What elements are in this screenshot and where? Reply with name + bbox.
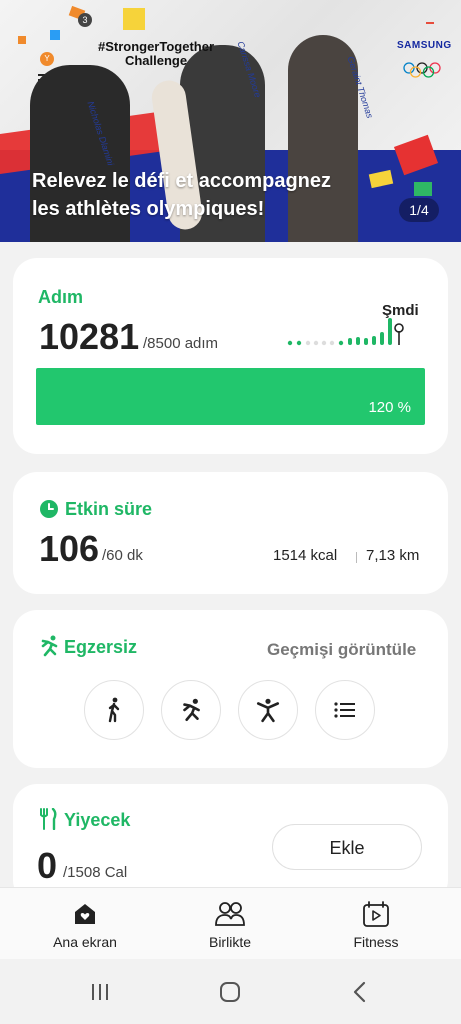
banner-headline: Relevez le défi et accompagnez les athlè… — [32, 170, 332, 220]
people-icon — [215, 902, 245, 926]
fitness-video-icon — [363, 901, 389, 927]
hourly-steps-chart — [287, 318, 404, 346]
home-system-icon[interactable] — [219, 981, 241, 1003]
list-icon — [334, 702, 355, 718]
run-button[interactable] — [161, 680, 221, 740]
challenge-title-line2: Challenge — [124, 53, 188, 68]
fork-knife-icon — [40, 808, 57, 830]
nav-home[interactable]: Ana ekran — [25, 888, 145, 960]
promo-banner[interactable]: Y 3 Nicholas Dlamini Carissa Moore Gerai… — [0, 0, 461, 242]
stat-divider — [356, 552, 357, 563]
banner-pager: 1/4 — [399, 198, 439, 222]
sponsor-accent — [426, 22, 434, 24]
avatar[interactable]: Y — [40, 52, 54, 66]
walk-button[interactable] — [84, 680, 144, 740]
exercise-run-icon — [41, 635, 58, 657]
food-value: 0 — [37, 845, 58, 886]
challenge-title: #StrongerTogether Challenge — [86, 40, 226, 68]
steps-goal: /8500 adım — [143, 335, 219, 352]
active-time-value: 106 — [39, 528, 100, 569]
nav-together-label: Birlikte — [208, 934, 251, 950]
workout-button[interactable] — [238, 680, 298, 740]
steps-card[interactable]: Adım 10281 /8500 adım Şmdi 120 % — [13, 258, 448, 454]
notification-badge: 3 — [78, 13, 92, 27]
calories-value: 1514 kcal — [273, 547, 338, 564]
nav-home-label: Ana ekran — [53, 934, 117, 950]
food-goal: /1508 Cal — [63, 864, 128, 881]
recent-apps-icon[interactable] — [90, 982, 110, 1002]
olympic-rings-icon — [403, 62, 441, 78]
steps-progress-bar: 120 % — [36, 368, 425, 425]
food-title: Yiyecek — [64, 810, 131, 830]
home-heart-icon — [75, 904, 95, 924]
system-nav-bar — [0, 959, 461, 1024]
nav-fitness[interactable]: Fitness — [316, 888, 436, 960]
clock-icon — [40, 500, 58, 518]
confetti-small — [18, 36, 26, 44]
challenge-title-line1: #StrongerTogether — [97, 39, 215, 54]
back-icon[interactable] — [350, 981, 370, 1003]
steps-progress-percent: 120 % — [368, 399, 411, 416]
workout-icon — [256, 698, 280, 723]
confetti-blue — [50, 30, 60, 40]
bottom-nav: Ana ekran Birlikte Fitness — [0, 887, 461, 960]
active-time-goal: /60 dk — [102, 547, 143, 564]
distance-value: 7,13 km — [366, 547, 420, 564]
run-icon — [183, 698, 200, 722]
steps-title: Adım — [38, 287, 83, 307]
exercise-history-link[interactable]: Geçmişi görüntüle — [267, 640, 416, 660]
walk-icon — [108, 697, 120, 723]
exercise-title: Egzersiz — [64, 637, 138, 657]
active-time-card[interactable]: Etkin süre 106 /60 dk 1514 kcal 7,13 km — [13, 472, 448, 594]
food-card[interactable]: Yiyecek 0 /1508 Cal Ekle — [13, 784, 448, 904]
nav-fitness-label: Fitness — [353, 934, 399, 950]
confetti-yellow — [123, 8, 145, 30]
exercise-list-button[interactable] — [315, 680, 375, 740]
nav-together[interactable]: Birlikte — [170, 888, 290, 960]
sponsor-logo: SAMSUNG — [397, 40, 452, 51]
confetti-green — [414, 182, 432, 196]
exercise-card[interactable]: Egzersiz Geçmişi görüntüle — [13, 610, 448, 768]
steps-value: 10281 — [39, 316, 140, 357]
add-food-button[interactable]: Ekle — [272, 824, 422, 870]
active-time-title: Etkin süre — [65, 499, 153, 519]
